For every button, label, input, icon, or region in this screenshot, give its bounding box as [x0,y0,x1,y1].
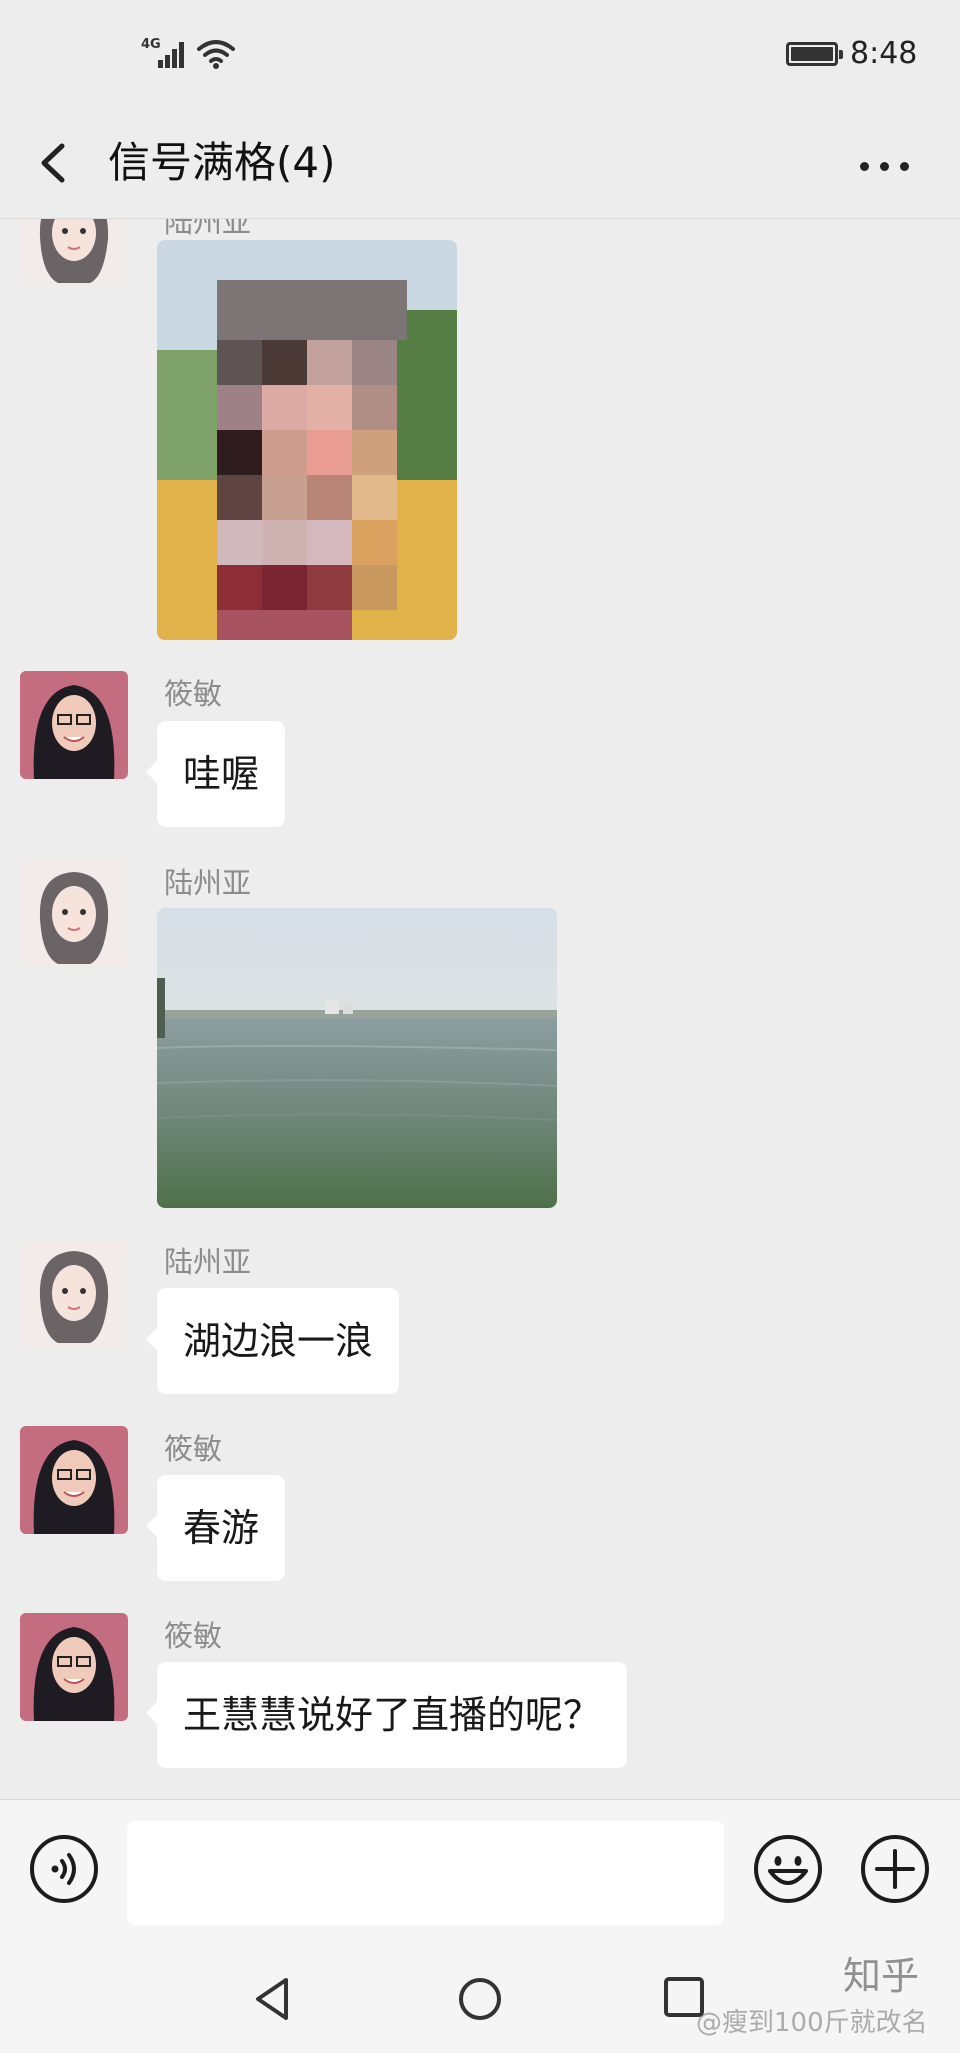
signal-icon [158,38,188,68]
message-bubble[interactable]: 王慧慧说好了直播的呢？ [145,1662,628,1768]
source-watermark: @瘦到100斤就改名 [696,2008,928,2038]
image-message-photo[interactable] [157,240,457,640]
brand-watermark: 知乎 [843,1954,920,1998]
sender-name: 陆州亚 [164,866,252,900]
message-bubble[interactable]: 春游 [145,1475,286,1581]
avatar-luzhouya[interactable] [20,1239,128,1347]
input-bar [0,1799,960,1938]
emoji-icon[interactable] [752,1833,824,1905]
image-message-photo[interactable] [157,908,557,1208]
avatar-luzhouya[interactable] [20,219,128,287]
plus-icon[interactable] [859,1833,931,1905]
status-bar: 4G 8:48 [0,0,960,110]
nav-home-icon[interactable] [457,1976,503,2022]
sender-name: 陆州亚 [164,219,252,239]
avatar-luzhouya[interactable] [20,860,128,968]
more-dots-icon[interactable] [850,140,920,190]
avatar-xiaomin[interactable] [20,1613,128,1721]
system-nav-bar: 知乎 @瘦到100斤就改名 [0,1938,960,2053]
battery-icon [786,42,843,66]
message-list[interactable]: 陆州亚 筱敏 哇喔 陆州亚 陆州亚 湖边浪一浪 筱敏 春游 筱敏 王慧慧说好了直… [0,219,960,1799]
status-time: 8:48 [850,36,918,71]
voice-icon[interactable] [28,1833,100,1905]
avatar-xiaomin[interactable] [20,671,128,779]
nav-back-icon[interactable] [250,1974,296,2024]
message-input[interactable] [127,1821,724,1925]
message-bubble[interactable]: 哇喔 [145,721,286,827]
chat-title: 信号满格(4) [108,138,336,187]
sender-name: 筱敏 [164,1432,223,1466]
avatar-xiaomin[interactable] [20,1426,128,1534]
chevron-left-icon[interactable] [30,132,90,194]
chat-header: 信号满格(4) [0,110,960,219]
wifi-icon [197,40,235,69]
sender-name: 筱敏 [164,677,223,711]
sender-name: 陆州亚 [164,1245,252,1279]
message-bubble[interactable]: 湖边浪一浪 [145,1288,400,1394]
sender-name: 筱敏 [164,1619,223,1653]
